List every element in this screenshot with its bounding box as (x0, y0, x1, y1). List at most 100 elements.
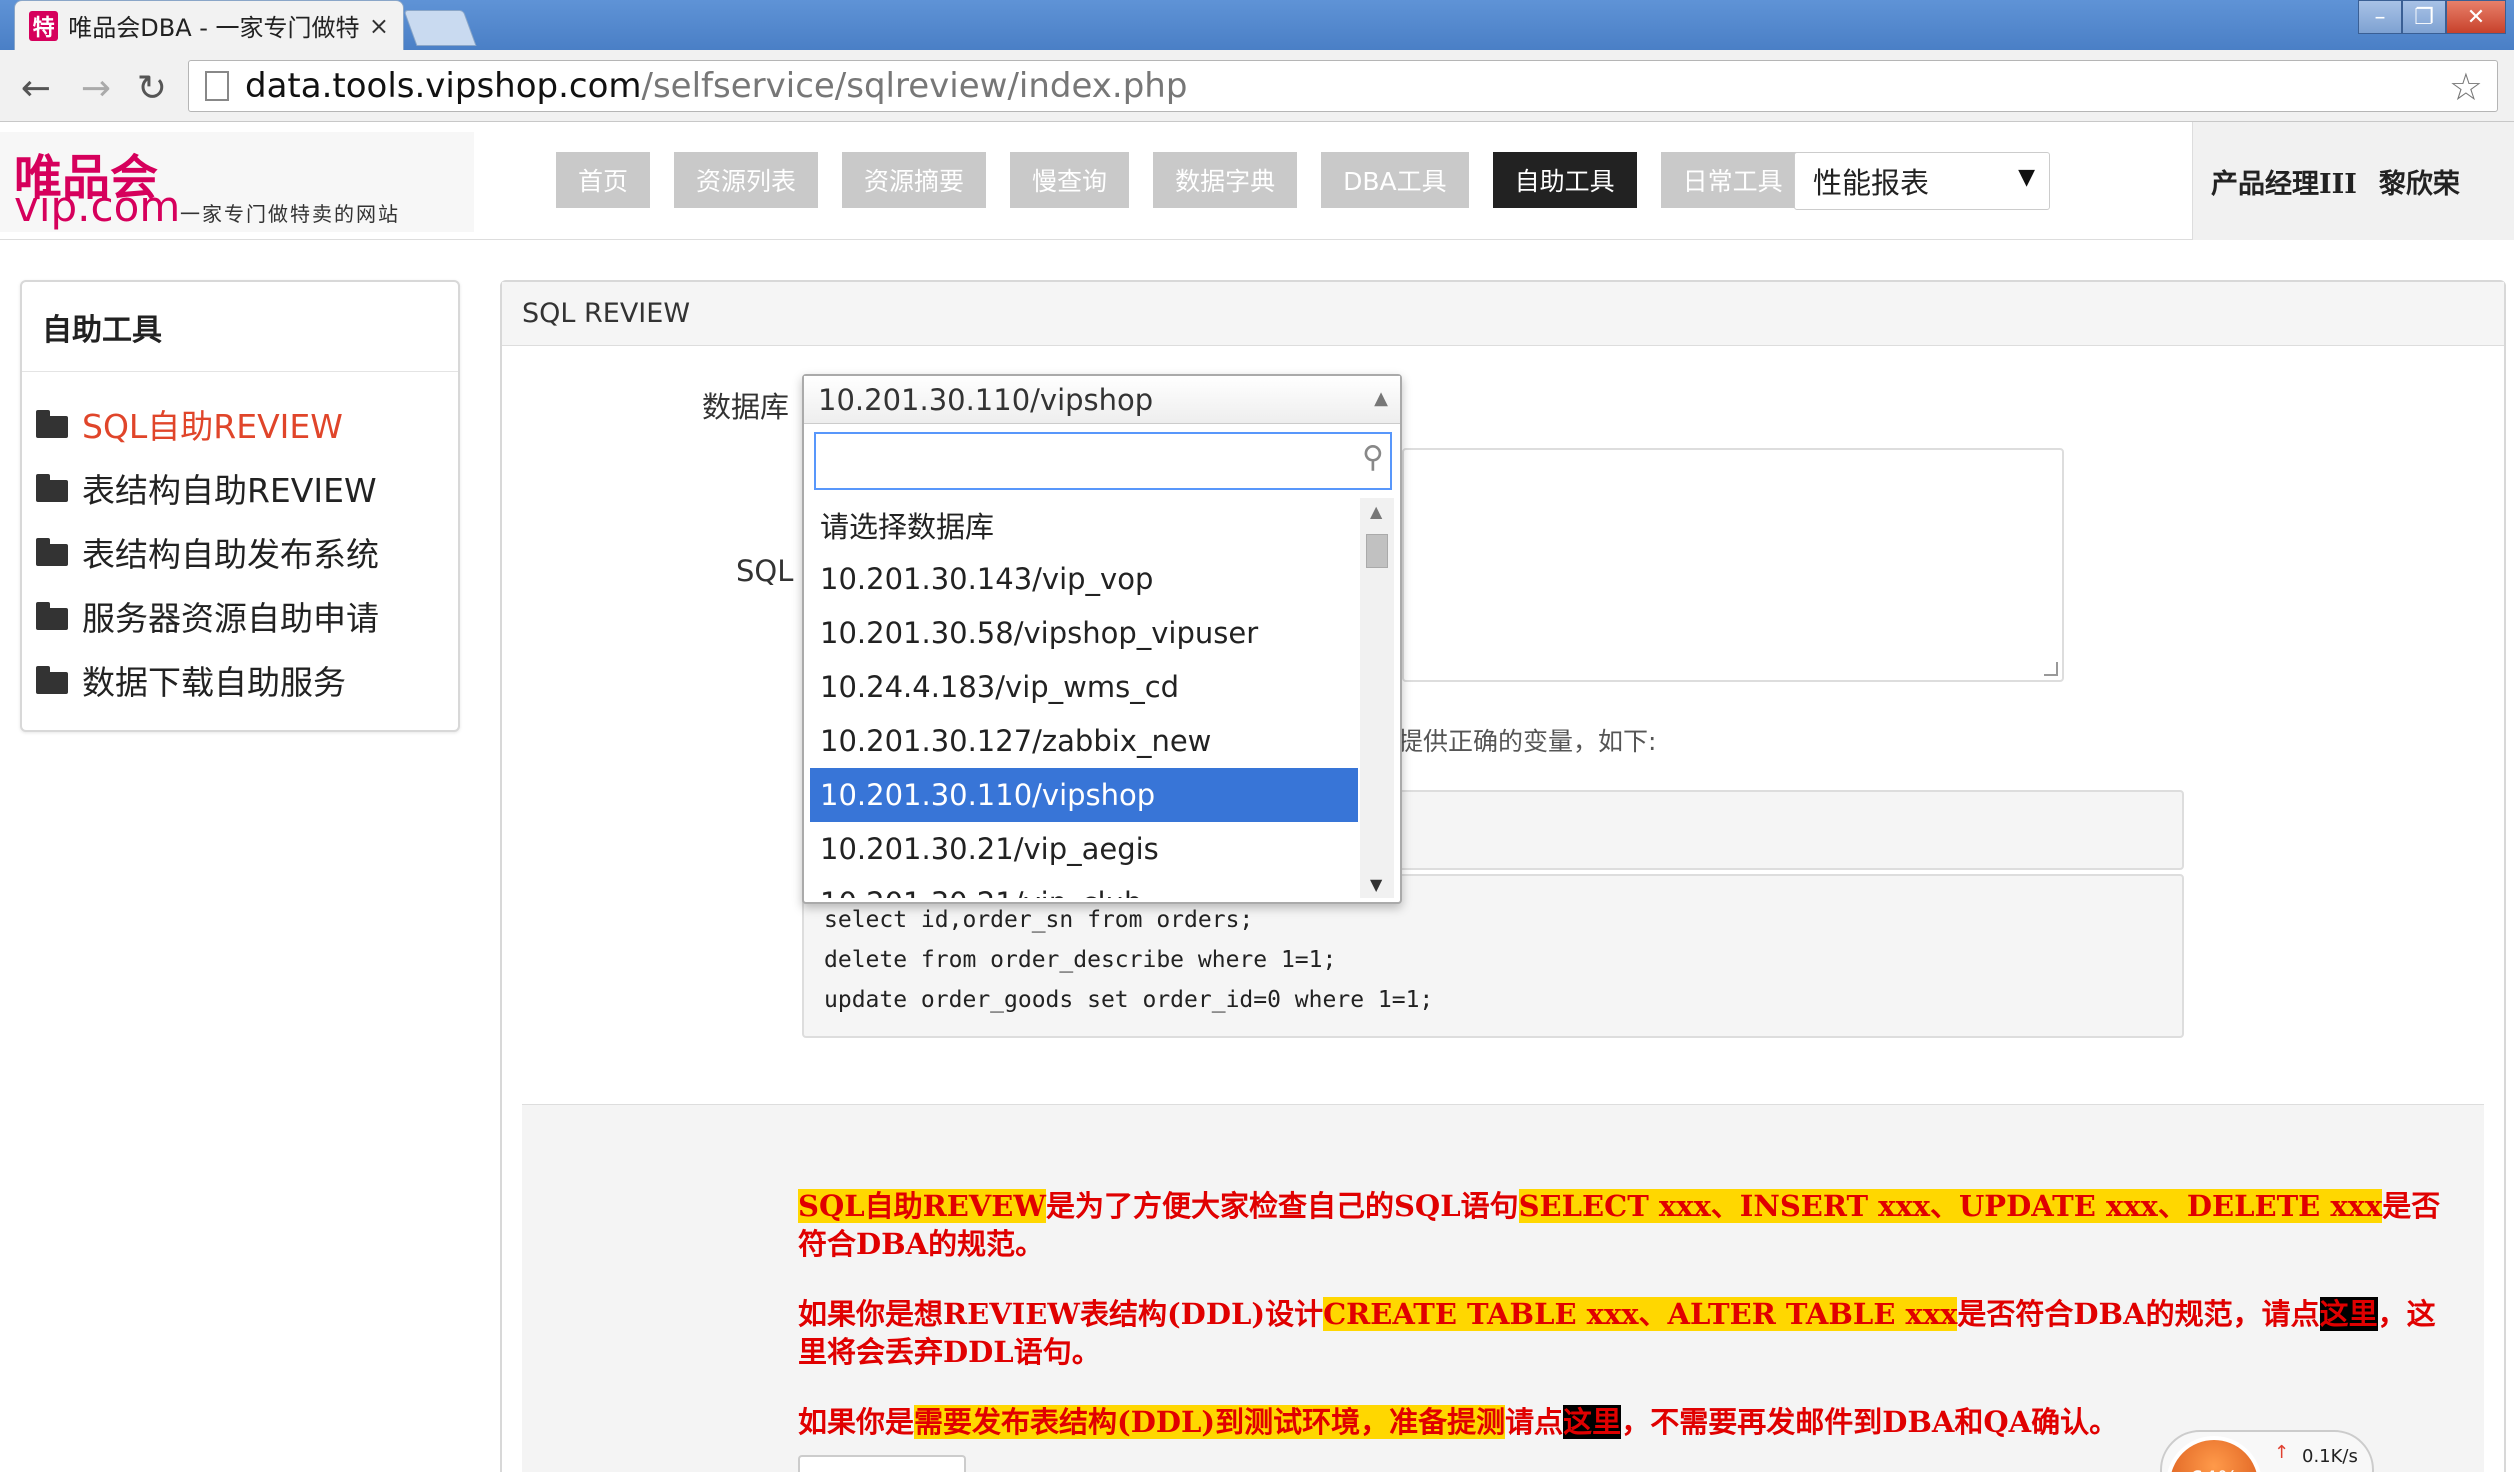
tab-close-icon[interactable]: × (369, 12, 389, 40)
panel-title: SQL REVIEW (502, 282, 2504, 346)
search-icon: ⚲ (1362, 440, 1384, 475)
sql-review-panel: SQL REVIEW 数据库 SQL 提供正确的变量，如下: select id… (500, 280, 2506, 1472)
database-option[interactable]: 10.201.30.143/vip_vop (810, 552, 1358, 606)
database-option[interactable]: 请选择数据库 (810, 498, 1358, 552)
user-info: 产品经理III 黎欣荣 (2192, 122, 2514, 240)
folder-icon (36, 410, 68, 438)
sidebar: 自助工具 SQL自助REVIEW 表结构自助REVIEW 表结构自助发布系统 服… (20, 280, 460, 732)
vip-logo[interactable]: 唯品会 vip.com 一家专门做特卖的网站 (0, 132, 474, 232)
nav-slow-query[interactable]: 慢查询 (1010, 152, 1130, 208)
hint-text: 提供正确的变量，如下: (1398, 727, 1657, 756)
database-option-highlighted[interactable]: 10.201.30.110/vipshop (810, 768, 1358, 822)
notice-highlight: CREATE TABLE xxx、ALTER TABLE xxx (1323, 1297, 1958, 1331)
nav-self-service[interactable]: 自助工具 (1492, 152, 1637, 208)
forward-arrow-icon[interactable]: → (74, 66, 118, 110)
chevron-down-icon: ▼ (2018, 165, 2035, 190)
table-publish-link[interactable]: 这里 (1563, 1405, 1622, 1439)
dropdown-scrollbar[interactable]: ▲ ▼ (1360, 498, 1394, 898)
database-option-list: 请选择数据库 10.201.30.143/vip_vop 10.201.30.5… (810, 498, 1358, 898)
user-name[interactable]: 黎欣荣 (2379, 162, 2460, 201)
speed-percent: 64% (2166, 1436, 2262, 1472)
sidebar-item-table-review[interactable]: 表结构自助REVIEW (22, 456, 458, 520)
submit-button[interactable] (798, 1455, 966, 1472)
performance-report-select[interactable]: 性能报表 ▼ (1794, 152, 2050, 210)
url-host: data.tools.vipshop.com (245, 66, 642, 106)
scrollbar-thumb[interactable] (1366, 534, 1388, 568)
scroll-down-icon[interactable]: ▼ (1370, 875, 1382, 894)
resize-handle-icon[interactable] (2044, 662, 2058, 676)
scroll-up-icon[interactable]: ▲ (1370, 502, 1382, 521)
performance-report-value: 性能报表 (1813, 166, 1930, 200)
folder-icon (36, 474, 68, 502)
url-path: /selfservice/sqlreview/index.php (641, 66, 1188, 106)
table-review-link[interactable]: 这里 (2319, 1297, 2378, 1331)
folder-icon (36, 602, 68, 630)
minimize-icon[interactable]: – (2358, 0, 2402, 34)
address-bar[interactable]: data.tools.vipshop.com/selfservice/sqlre… (188, 60, 2498, 112)
database-option[interactable]: 10.201.30.21/vip_club (810, 876, 1358, 898)
new-tab-button[interactable] (403, 10, 477, 46)
nav-resource-list[interactable]: 资源列表 (674, 152, 819, 208)
sidebar-item-label: 表结构自助REVIEW (82, 471, 377, 510)
star-icon[interactable]: ☆ (2449, 65, 2483, 109)
tab-title: 唯品会DBA - 一家专门做特 (68, 14, 360, 42)
folder-icon (36, 666, 68, 694)
browser-titlebar: 特 唯品会DBA - 一家专门做特 × – ❐ ✕ (0, 0, 2514, 50)
code-line: update order_goods set order_id=0 where … (824, 987, 1434, 1013)
nav-daily-tools[interactable]: 日常工具 (1660, 152, 1805, 208)
chevron-up-icon: ▲ (1374, 388, 1388, 409)
notice-text: 是为了方便大家检查自己的SQL语句 (1045, 1189, 1519, 1223)
notice-highlight: SQL自助REVEW (798, 1189, 1046, 1223)
notice-box: SQL自助REVEW是为了方便大家检查自己的SQL语句SELECT xxx、IN… (522, 1104, 2484, 1472)
sidebar-item-server-request[interactable]: 服务器资源自助申请 (22, 584, 458, 648)
sql-textarea[interactable] (1402, 448, 2064, 682)
nav-home[interactable]: 首页 (556, 152, 651, 208)
sidebar-item-sql-review[interactable]: SQL自助REVIEW (22, 392, 458, 456)
restore-icon[interactable]: ❐ (2402, 0, 2446, 34)
nav-dba-tools[interactable]: DBA工具 (1321, 152, 1469, 208)
database-select-current[interactable]: 10.201.30.110/vipshop ▲ (804, 376, 1400, 424)
close-window-icon[interactable]: ✕ (2446, 0, 2506, 34)
upload-arrow-icon: ↑ (2274, 1442, 2290, 1463)
database-option[interactable]: 10.201.30.127/zabbix_new (810, 714, 1358, 768)
notice-text: 是否符合DBA的规范，请点 (1957, 1297, 2320, 1331)
site-header: 唯品会 vip.com 一家专门做特卖的网站 首页 资源列表 资源摘要 慢查询 … (0, 122, 2514, 240)
notice-text: ，不需要再发邮件到DBA和QA确认。 (1621, 1405, 2119, 1439)
database-select-dropdown[interactable]: 10.201.30.110/vipshop ▲ ⚲ 请选择数据库 10.201.… (802, 374, 1402, 904)
nav-resource-summary[interactable]: 资源摘要 (842, 152, 987, 208)
folder-icon (36, 538, 68, 566)
notice-paragraph-2: 如果你是想REVIEW表结构(DDL)设计CREATE TABLE xxx、AL… (798, 1295, 2458, 1371)
screen: 特 唯品会DBA - 一家专门做特 × – ❐ ✕ ← → ↻ data.too… (0, 0, 2514, 1472)
nav-data-dictionary[interactable]: 数据字典 (1153, 152, 1298, 208)
logo-en-text: vip.com (14, 182, 181, 231)
database-option[interactable]: 10.201.30.21/vip_aegis (810, 822, 1358, 876)
page-icon (205, 71, 229, 101)
sidebar-item-table-publish[interactable]: 表结构自助发布系统 (22, 520, 458, 584)
database-option[interactable]: 10.201.30.58/vipshop_vipuser (810, 606, 1358, 660)
sidebar-item-label: SQL自助REVIEW (82, 407, 343, 446)
sidebar-item-data-download[interactable]: 数据下载自助服务 (22, 648, 458, 712)
speed-rate: 0.1K/s (2302, 1446, 2358, 1467)
sidebar-item-label: 表结构自助发布系统 (82, 535, 379, 574)
search-input-overlay: ⚲ (814, 432, 1392, 490)
notice-highlight: 需要发布表结构(DDL)到测试环境，准备提测 (914, 1405, 1506, 1439)
user-role: 产品经理III (2211, 168, 2357, 200)
back-arrow-icon[interactable]: ← (14, 66, 58, 110)
browser-tab[interactable]: 特 唯品会DBA - 一家专门做特 × (14, 0, 404, 50)
sidebar-item-label: 数据下载自助服务 (82, 663, 346, 702)
favicon-icon: 特 (29, 10, 59, 41)
database-option[interactable]: 10.24.4.183/vip_wms_cd (810, 660, 1358, 714)
notice-text: 如果你是 (798, 1405, 915, 1439)
window-controls: – ❐ ✕ (2358, 0, 2506, 34)
database-label: 数据库 (702, 390, 790, 424)
main-nav: 首页 资源列表 资源摘要 慢查询 数据字典 DBA工具 自助工具 日常工具 (556, 152, 1829, 208)
browser-toolbar: ← → ↻ data.tools.vipshop.com/selfservice… (0, 50, 2514, 122)
network-speed-widget[interactable]: 64% ↑ 0.1K/s (2160, 1430, 2374, 1472)
notice-text: 请点 (1505, 1405, 1564, 1439)
notice-highlight: SELECT xxx、INSERT xxx、UPDATE xxx、DELETE … (1518, 1189, 2383, 1223)
database-selected-value: 10.201.30.110/vipshop (818, 382, 1154, 417)
code-line: delete from order_describe where 1=1; (824, 947, 1337, 973)
notice-paragraph-1: SQL自助REVEW是为了方便大家检查自己的SQL语句SELECT xxx、IN… (798, 1187, 2458, 1263)
code-line: select id,order_sn from orders; (824, 907, 1254, 933)
reload-icon[interactable]: ↻ (130, 66, 174, 110)
